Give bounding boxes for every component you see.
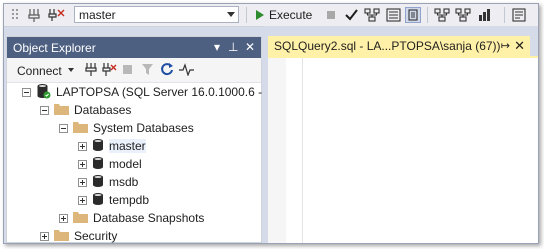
connect-plug-icon[interactable] (85, 62, 97, 81)
activity-monitor-icon[interactable] (179, 63, 195, 79)
toolbar-separator (246, 7, 247, 23)
pin-icon[interactable]: ↦ (501, 39, 510, 52)
intellisense-toggle-icon[interactable] (405, 7, 421, 23)
tree-label: model (109, 157, 142, 171)
panel-title: Object Explorer (13, 41, 96, 55)
server-icon (36, 83, 51, 102)
database-icon (92, 156, 104, 173)
disconnect-icon[interactable] (102, 62, 118, 81)
tree-node-database[interactable]: model (78, 155, 142, 173)
close-icon[interactable]: ✕ (245, 40, 255, 54)
document-area: SQLQuery2.sql - LA...PTOPSA\sanja (67)) … (264, 26, 538, 243)
pin-icon[interactable]: ⊥ (228, 40, 238, 54)
live-statistics-icon[interactable] (455, 7, 471, 23)
execute-button[interactable]: Execute (269, 8, 312, 22)
expand-icon[interactable] (78, 177, 87, 187)
tree-label: Databases (74, 103, 132, 117)
toolbar-separator (427, 7, 428, 23)
tree-node-system-databases[interactable]: System Databases (59, 119, 194, 137)
expand-icon[interactable] (78, 141, 87, 151)
chevron-down-icon[interactable] (227, 12, 235, 17)
editor-margin (302, 58, 303, 243)
object-explorer-panel: Object Explorer ▾ ⊥ ✕ Connect LAPTOPSA (… (6, 36, 279, 244)
filter-icon[interactable] (141, 63, 154, 79)
database-value: master (79, 8, 116, 22)
expand-icon[interactable] (59, 213, 68, 223)
tree-node-database[interactable]: master (78, 137, 146, 155)
connect-icon[interactable] (26, 7, 42, 23)
collapse-icon[interactable] (59, 123, 68, 133)
collapse-icon[interactable] (22, 87, 31, 97)
actual-plan-icon[interactable] (434, 7, 450, 23)
database-icon (92, 192, 104, 209)
parse-check-icon[interactable] (344, 7, 358, 23)
available-databases-select[interactable]: master (74, 6, 239, 23)
tree-node-database-snapshots[interactable]: Database Snapshots (59, 209, 204, 227)
cancel-query-icon[interactable] (325, 7, 337, 23)
object-explorer-toolbar: Connect (7, 58, 261, 83)
tree-node-database[interactable]: tempdb (78, 191, 149, 209)
window-position-icon[interactable]: ▾ (214, 40, 220, 54)
expand-icon[interactable] (78, 159, 87, 169)
client-statistics-icon[interactable] (477, 7, 493, 23)
stop-icon[interactable] (123, 65, 132, 74)
object-explorer-title-bar: Object Explorer ▾ ⊥ ✕ (7, 37, 261, 58)
results-to-text-icon[interactable] (511, 7, 527, 23)
grip-icon (10, 7, 22, 23)
ssms-window: master Execute Object Explorer ▾ ⊥ ✕ Con… (3, 3, 539, 244)
connect-button[interactable]: Connect (17, 64, 62, 78)
query-options-icon[interactable] (385, 7, 401, 23)
folder-icon (54, 229, 69, 244)
tree-node-security[interactable]: Security (40, 227, 118, 244)
toolbar-separator (504, 7, 505, 23)
tree-label: System Databases (93, 121, 194, 135)
chevron-down-icon[interactable] (68, 68, 74, 72)
folder-icon (73, 121, 88, 136)
database-icon (92, 138, 104, 155)
tree-label: master (109, 139, 146, 153)
close-icon[interactable]: ✕ (514, 38, 525, 54)
expand-icon[interactable] (78, 195, 87, 205)
query-toolbar: master Execute (4, 4, 538, 27)
refresh-icon[interactable] (160, 62, 174, 80)
tree-node-server[interactable]: LAPTOPSA (SQL Server 16.0.1000.6 - La (22, 83, 279, 101)
change-connection-icon[interactable] (48, 7, 66, 23)
tree-node-database[interactable]: msdb (78, 173, 138, 191)
tree-label: tempdb (109, 193, 150, 207)
tree-label: msdb (109, 175, 139, 189)
query-tab[interactable]: SQLQuery2.sql - LA...PTOPSA\sanja (67)) … (268, 36, 530, 58)
expand-icon[interactable] (40, 231, 49, 241)
tree-label: Database Snapshots (93, 211, 205, 225)
database-icon (92, 174, 104, 191)
execute-icon[interactable] (254, 7, 266, 23)
estimated-plan-icon[interactable] (364, 7, 380, 23)
tree-node-databases[interactable]: Databases (40, 101, 131, 119)
tree-label: LAPTOPSA (SQL Server 16.0.1000.6 - La (56, 85, 279, 99)
editor-gutter (268, 58, 286, 243)
folder-icon (73, 211, 88, 226)
folder-icon (54, 103, 69, 118)
collapse-icon[interactable] (40, 105, 49, 115)
query-editor[interactable] (268, 56, 538, 243)
tree-label: Security (74, 229, 118, 243)
tab-title: SQLQuery2.sql - LA...PTOPSA\sanja (67)) (274, 39, 501, 53)
